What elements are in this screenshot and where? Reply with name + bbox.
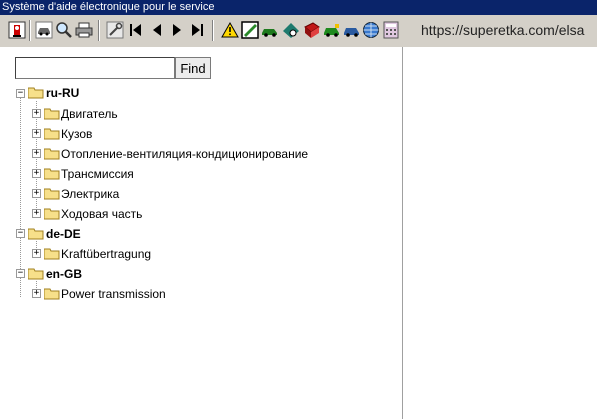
panel-splitter[interactable] (402, 47, 403, 419)
tree-node-en-GB[interactable]: en-GB (46, 267, 82, 281)
tree-node-item[interactable]: Электрика (61, 187, 119, 201)
tree-node-item[interactable]: Kraftübertragung (61, 247, 151, 261)
folder-icon (44, 288, 60, 300)
next-page-icon[interactable] (168, 21, 186, 39)
tree-node-ru-RU[interactable]: ru-RU (46, 86, 79, 100)
tree-node-item[interactable]: Кузов (61, 127, 92, 141)
last-page-icon[interactable] (188, 21, 206, 39)
tree-expand-toggle[interactable]: + (32, 209, 41, 218)
tree-expand-toggle[interactable]: + (32, 169, 41, 178)
folder-icon (44, 148, 60, 160)
folder-icon (44, 208, 60, 220)
repair-manual-icon[interactable] (241, 21, 259, 39)
vehicle-icon[interactable] (35, 21, 53, 39)
folder-icon (44, 108, 60, 120)
folder-open-icon (28, 268, 44, 280)
car-diagnostic-icon[interactable] (282, 21, 300, 39)
tree-expand-toggle[interactable]: + (32, 189, 41, 198)
toolbar-separator (212, 20, 214, 41)
search-input[interactable] (15, 57, 175, 79)
tree-node-item[interactable]: Ходовая часть (61, 207, 142, 221)
folder-open-icon (28, 87, 44, 99)
previous-page-icon[interactable] (148, 21, 166, 39)
search-icon[interactable] (55, 21, 73, 39)
globe-icon[interactable] (362, 21, 380, 39)
first-page-icon[interactable] (127, 21, 145, 39)
print-icon[interactable] (75, 21, 93, 39)
car-parts-icon[interactable] (343, 21, 361, 39)
tree-expand-toggle[interactable]: + (32, 129, 41, 138)
tree-expand-toggle[interactable]: + (32, 109, 41, 118)
tree-node-item[interactable]: Отопление-вентиляция-кондиционирование (61, 147, 308, 161)
folder-icon (44, 188, 60, 200)
tree-node-item[interactable]: Power transmission (61, 287, 166, 301)
tree-expand-toggle[interactable]: − (16, 89, 25, 98)
tree-node-de-DE[interactable]: de-DE (46, 227, 81, 241)
car-service-icon[interactable] (323, 21, 341, 39)
tree-expand-toggle[interactable]: + (32, 149, 41, 158)
tree-expand-toggle[interactable]: + (32, 289, 41, 298)
tree-node-item[interactable]: Двигатель (61, 107, 118, 121)
tools-icon[interactable] (106, 21, 124, 39)
car-info-icon[interactable] (261, 21, 279, 39)
calculator-icon[interactable] (382, 21, 400, 39)
folder-icon (44, 128, 60, 140)
find-button[interactable]: Find (175, 57, 211, 79)
window-title: Système d'aide électronique pour le serv… (0, 0, 597, 15)
tree-node-item[interactable]: Трансмиссия (61, 167, 134, 181)
tree-expand-toggle[interactable]: − (16, 229, 25, 238)
tree-line (20, 94, 21, 297)
navigation-panel: Find − ru-RU + Двигатель + Кузов + Отопл… (0, 47, 597, 419)
tree-expand-toggle[interactable]: + (32, 249, 41, 258)
folder-icon (44, 248, 60, 260)
toolbar-separator (98, 20, 100, 41)
toolbar-separator (29, 20, 31, 41)
warning-icon[interactable] (221, 21, 239, 39)
book-icon[interactable] (303, 21, 321, 39)
toolbar: https://superetka.com/elsa (0, 15, 597, 47)
folder-open-icon (28, 228, 44, 240)
folder-icon (44, 168, 60, 180)
exit-icon[interactable] (8, 21, 26, 39)
tree-expand-toggle[interactable]: − (16, 269, 25, 278)
url-label: https://superetka.com/elsa (421, 22, 585, 38)
